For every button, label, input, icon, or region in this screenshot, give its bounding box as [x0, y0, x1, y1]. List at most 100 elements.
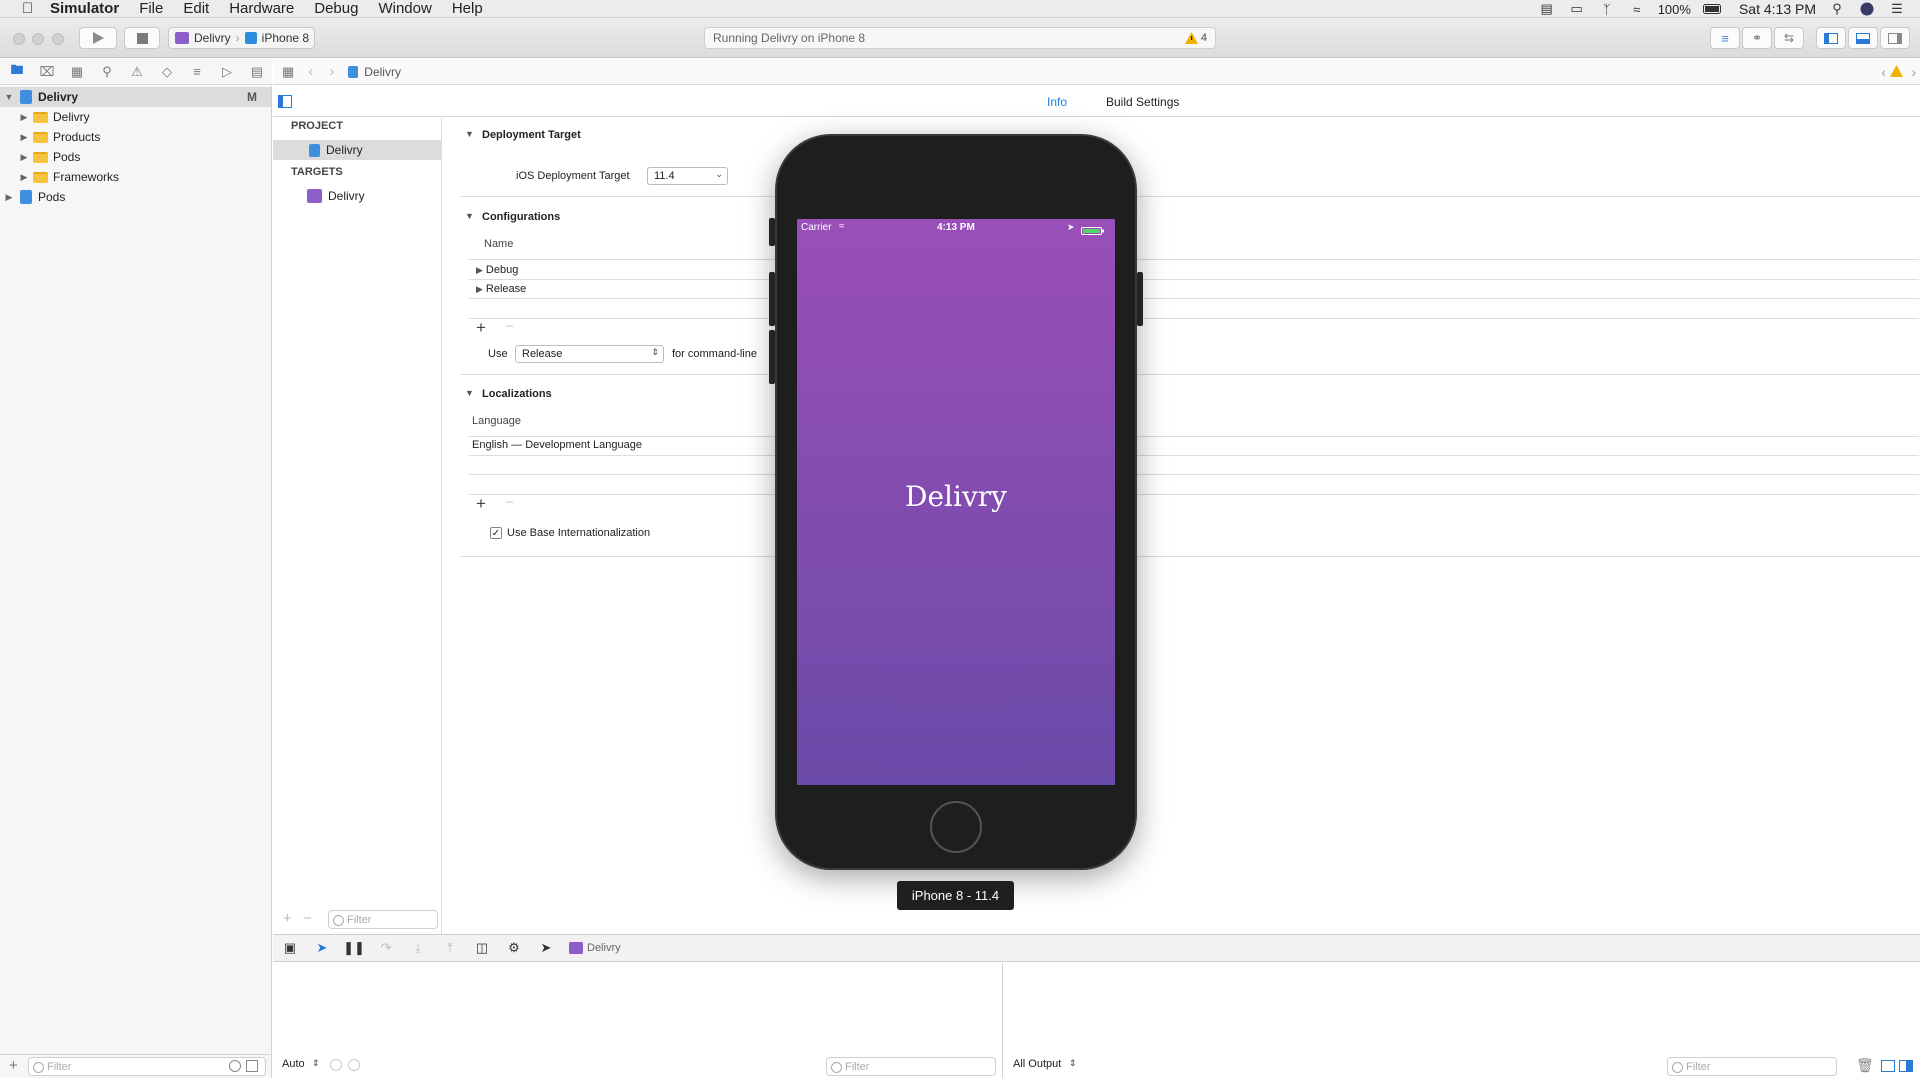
disclosure-open-icon[interactable]: ▼ [465, 388, 474, 398]
home-button[interactable] [930, 801, 982, 853]
battery-icon[interactable] [1702, 2, 1721, 16]
power-button[interactable] [1137, 272, 1143, 326]
assistant-editor-button[interactable]: ⚭ [1742, 27, 1772, 49]
back-arrow-icon[interactable]: ‹ [308, 63, 313, 80]
symbol-navigator-icon[interactable]: ▦ [68, 64, 86, 80]
modified-files-icon[interactable] [246, 1060, 258, 1072]
warning-indicator[interactable]: 4 [1184, 32, 1207, 44]
wifi-icon[interactable]: ≈ [1628, 2, 1646, 17]
pause-icon[interactable]: ❚❚ [343, 940, 365, 955]
warning-icon[interactable] [1890, 65, 1903, 80]
tree-row-project[interactable]: ▼ Delivry M [0, 87, 271, 107]
notification-center-icon[interactable]: ☰ [1888, 1, 1906, 16]
add-configuration-icon[interactable]: + [476, 318, 486, 338]
breakpoint-navigator-icon[interactable]: ▷ [218, 64, 236, 80]
debug-target-label[interactable]: Delivry [587, 942, 621, 954]
zoom-window-button[interactable] [52, 33, 64, 45]
test-navigator-icon[interactable]: ◇ [158, 64, 176, 80]
auto-scope-select[interactable]: Auto [282, 1058, 305, 1070]
command-line-configuration-select[interactable]: Release ⇕ [515, 345, 664, 363]
output-select[interactable]: All Output [1013, 1058, 1061, 1070]
disclosure-closed-icon[interactable]: ▶ [19, 152, 29, 163]
related-items-icon[interactable]: ▦ [282, 64, 294, 80]
menu-file[interactable]: File [139, 0, 163, 17]
find-navigator-icon[interactable]: ⚲ [98, 64, 116, 80]
apple-menu-icon[interactable]:  [22, 1, 36, 16]
toggle-debug-area-button[interactable] [1848, 27, 1878, 49]
previous-issue-icon[interactable]: ‹ [1881, 64, 1886, 80]
localization-row[interactable]: English — Development Language [472, 439, 642, 451]
location-icon[interactable]: ➤ [537, 940, 555, 955]
variables-filter-input[interactable]: Filter [826, 1057, 996, 1076]
siri-icon[interactable] [1858, 2, 1876, 16]
disclosure-open-icon[interactable]: ▼ [4, 92, 14, 102]
tree-row-pods-project[interactable]: ▶ Pods [0, 187, 271, 207]
split-left-icon[interactable] [1881, 1060, 1895, 1075]
add-target-icon[interactable]: + [283, 910, 292, 927]
debug-navigator-icon[interactable]: ≡ [188, 64, 206, 80]
tree-row-group[interactable]: ▶ Frameworks [0, 167, 271, 187]
configuration-row[interactable]: ▶ Debug [476, 261, 518, 279]
project-list-item[interactable]: Delivry [273, 140, 441, 160]
deployment-target-select[interactable]: 11.4 ⌄ [647, 167, 728, 185]
disclosure-open-icon[interactable]: ▼ [465, 129, 474, 139]
remove-configuration-icon[interactable]: − [505, 318, 514, 335]
stop-button[interactable] [124, 27, 160, 49]
quick-look-icon[interactable] [330, 1059, 342, 1071]
forward-arrow-icon[interactable]: › [329, 63, 334, 80]
simulator-screen[interactable]: Carrier ≈ 4:13 PM ➤ Delivry [797, 219, 1115, 785]
toggle-target-list-icon[interactable] [278, 95, 292, 111]
add-icon[interactable]: + [9, 1057, 18, 1074]
add-localization-icon[interactable]: + [476, 494, 486, 514]
step-out-icon[interactable]: ⤒ [441, 940, 459, 955]
jumpbar-path[interactable]: Delivry [364, 65, 401, 79]
base-internationalization-checkbox[interactable]: ✓ [490, 527, 502, 539]
menu-app-name[interactable]: Simulator [50, 0, 119, 17]
breakpoints-toggle-icon[interactable]: ➤ [313, 940, 331, 955]
disclosure-closed-icon[interactable]: ▶ [19, 112, 29, 123]
version-editor-button[interactable]: ⇆ [1774, 27, 1804, 49]
next-issue-icon[interactable]: › [1911, 64, 1916, 80]
menu-debug[interactable]: Debug [314, 0, 358, 17]
tab-info[interactable]: Info [1047, 95, 1067, 109]
spotlight-search-icon[interactable]: ⚲ [1828, 1, 1846, 16]
console-filter-input[interactable]: Filter [1667, 1057, 1837, 1076]
issue-navigator-icon[interactable]: ⚠ [128, 64, 146, 80]
target-filter-input[interactable]: Filter [328, 910, 438, 929]
disclosure-closed-icon[interactable]: ▶ [19, 132, 29, 143]
disclosure-closed-icon[interactable]: ▶ [4, 192, 14, 203]
tree-row-group[interactable]: ▶ Products [0, 127, 271, 147]
disclosure-closed-icon[interactable]: ▶ [19, 172, 29, 183]
server-icon[interactable]: ▤ [1538, 1, 1556, 16]
menu-window[interactable]: Window [378, 0, 431, 17]
folder-navigator-icon[interactable]: 🖿 [8, 62, 26, 80]
bluetooth-icon[interactable]: ᛉ [1598, 2, 1616, 17]
recent-files-icon[interactable] [229, 1060, 241, 1072]
report-navigator-icon[interactable]: ▤ [248, 64, 266, 80]
menubar-clock[interactable]: Sat 4:13 PM [1739, 1, 1816, 17]
run-button[interactable] [79, 27, 117, 49]
hide-debug-area-icon[interactable]: ▣ [281, 940, 299, 955]
menu-help[interactable]: Help [452, 0, 483, 17]
menu-hardware[interactable]: Hardware [229, 0, 294, 17]
tab-build-settings[interactable]: Build Settings [1106, 95, 1179, 109]
step-into-icon[interactable]: ⤓ [409, 940, 427, 955]
disclosure-closed-icon[interactable]: ▶ [476, 265, 483, 276]
tree-row-group[interactable]: ▶ Pods [0, 147, 271, 167]
memory-graph-icon[interactable]: ⚙ [505, 940, 523, 955]
target-list-item[interactable]: Delivry [273, 186, 441, 206]
scheme-selector[interactable]: Delivry › iPhone 8 [168, 27, 315, 49]
info-icon[interactable] [348, 1059, 360, 1071]
disclosure-closed-icon[interactable]: ▶ [476, 284, 483, 295]
menu-edit[interactable]: Edit [183, 0, 209, 17]
standard-editor-button[interactable]: ≡ [1710, 27, 1740, 49]
source-control-icon[interactable]: ⌧ [38, 64, 56, 80]
split-right-icon[interactable] [1899, 1060, 1913, 1075]
toggle-inspector-button[interactable] [1880, 27, 1910, 49]
airplay-icon[interactable]: ▭ [1568, 1, 1586, 16]
remove-target-icon[interactable]: − [303, 910, 312, 927]
tree-row-group[interactable]: ▶ Delivry [0, 107, 271, 127]
view-hierarchy-icon[interactable]: ◫ [473, 940, 491, 955]
toggle-navigator-button[interactable] [1816, 27, 1846, 49]
close-window-button[interactable] [13, 33, 25, 45]
